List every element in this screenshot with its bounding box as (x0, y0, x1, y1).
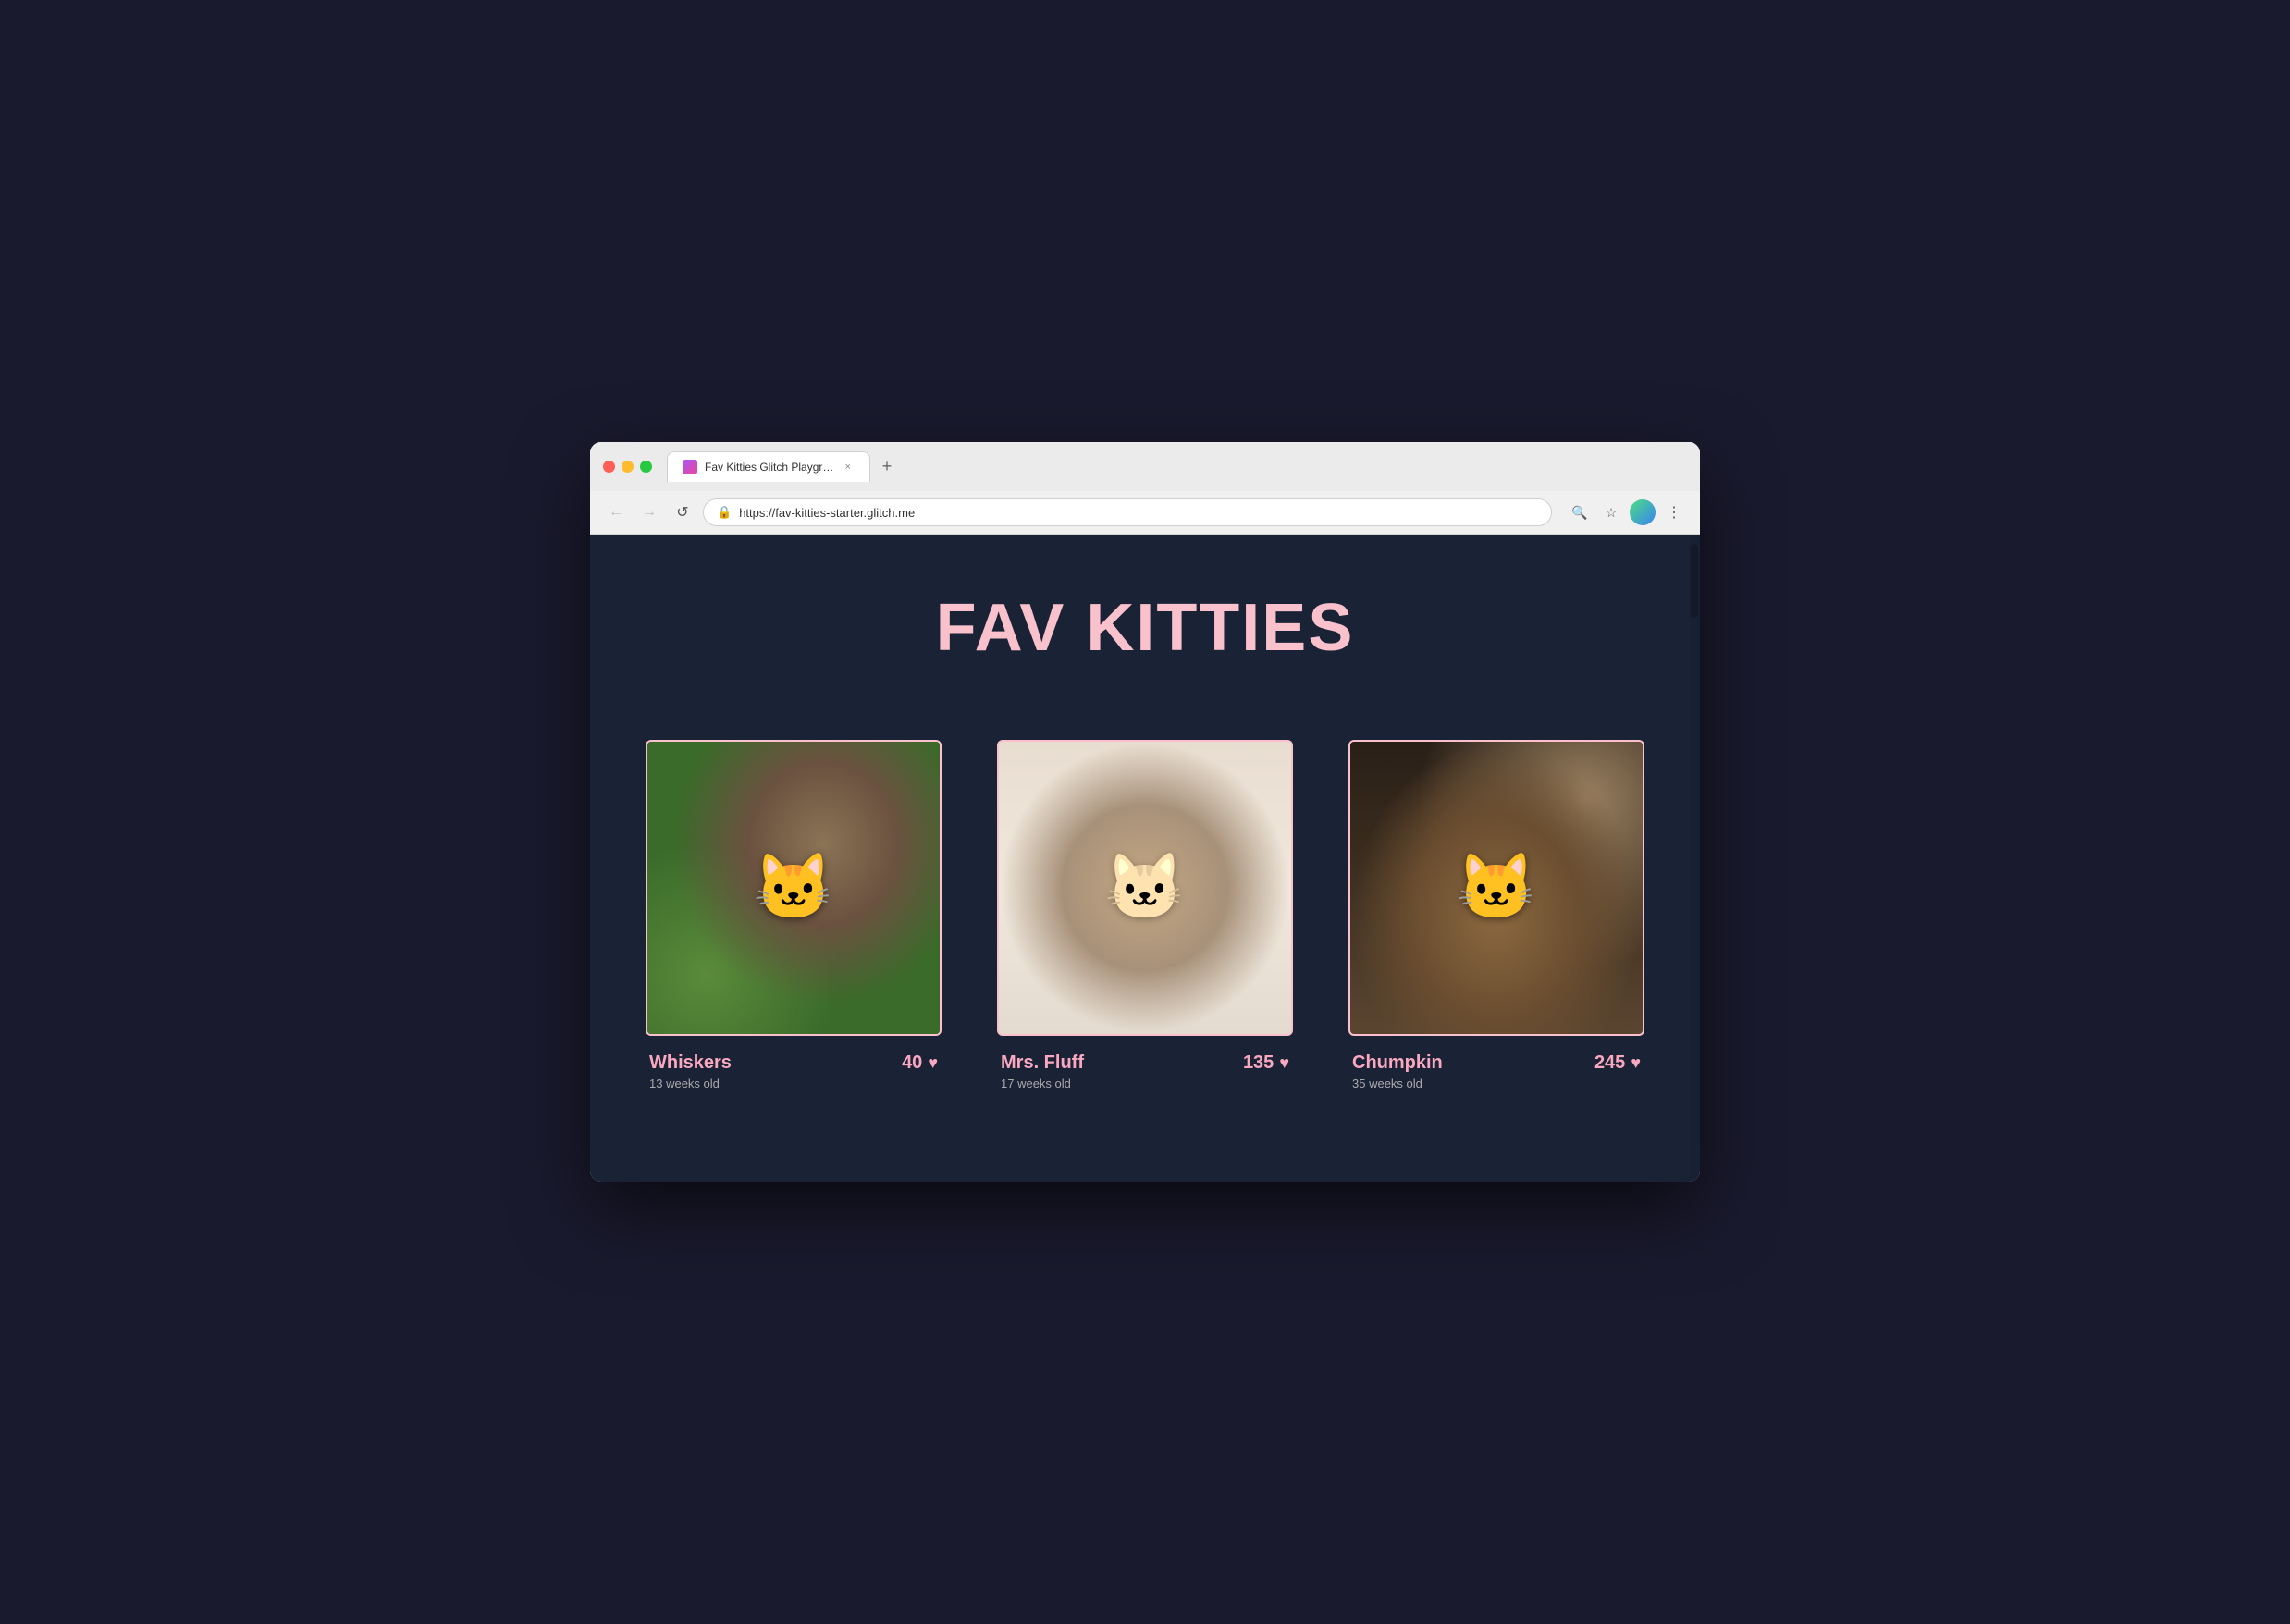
cat-age-chumpkin: 35 weeks old (1352, 1077, 1594, 1090)
lock-icon: 🔒 (717, 505, 732, 520)
cat-image-chumpkin[interactable] (1348, 740, 1644, 1036)
cat-image-whiskers[interactable] (646, 740, 942, 1036)
profile-avatar[interactable] (1630, 499, 1656, 525)
cats-grid: Whiskers 13 weeks old 40 ♥ Mrs. (636, 740, 1654, 1090)
browser-chrome: Fav Kitties Glitch Playground × + ← → ↺ … (590, 442, 1700, 535)
vote-count-whiskers: 40 (902, 1052, 922, 1074)
cat-age-mrs-fluff: 17 weeks old (1001, 1077, 1243, 1090)
cat-age-whiskers: 13 weeks old (649, 1077, 902, 1090)
cat-name-age-whiskers: Whiskers 13 weeks old (649, 1052, 902, 1090)
tab-title: Fav Kitties Glitch Playground (705, 461, 834, 474)
refresh-button[interactable]: ↺ (670, 499, 696, 525)
cat-card-3: Chumpkin 35 weeks old 245 ♥ (1348, 740, 1644, 1090)
cat-name-age-chumpkin: Chumpkin 35 weeks old (1352, 1052, 1594, 1090)
cat-votes-whiskers[interactable]: 40 ♥ (902, 1052, 938, 1074)
scrollbar-thumb[interactable] (1691, 544, 1698, 618)
browser-titlebar: Fav Kitties Glitch Playground × + (590, 442, 1700, 491)
browser-window: Fav Kitties Glitch Playground × + ← → ↺ … (590, 442, 1700, 1182)
cat-votes-chumpkin[interactable]: 245 ♥ (1594, 1052, 1641, 1074)
new-tab-button[interactable]: + (874, 454, 900, 480)
tab-close-button[interactable]: × (842, 460, 855, 474)
search-button[interactable]: 🔍 (1567, 499, 1593, 525)
cat-name-mrs-fluff: Mrs. Fluff (1001, 1052, 1243, 1074)
cat-name-chumpkin: Chumpkin (1352, 1052, 1594, 1074)
minimize-window-button[interactable] (622, 461, 634, 473)
cat-info-whiskers: Whiskers 13 weeks old 40 ♥ (646, 1052, 942, 1090)
cat-name-whiskers: Whiskers (649, 1052, 902, 1074)
cat-info-mrs-fluff: Mrs. Fluff 17 weeks old 135 ♥ (997, 1052, 1293, 1090)
browser-content-area: FAV KITTIES Whiskers 13 weeks old 40 ♥ (590, 535, 1700, 1182)
tab-bar: Fav Kitties Glitch Playground × + (667, 451, 900, 482)
forward-button[interactable]: → (636, 499, 662, 525)
cat-info-chumpkin: Chumpkin 35 weeks old 245 ♥ (1348, 1052, 1644, 1090)
heart-icon-chumpkin: ♥ (1631, 1053, 1641, 1073)
website-content: FAV KITTIES Whiskers 13 weeks old 40 ♥ (590, 535, 1700, 1182)
browser-addressbar: ← → ↺ 🔒 https://fav-kitties-starter.glit… (590, 491, 1700, 534)
close-window-button[interactable] (603, 461, 615, 473)
cat-card-1: Whiskers 13 weeks old 40 ♥ (646, 740, 942, 1090)
maximize-window-button[interactable] (640, 461, 652, 473)
cat-card-2: Mrs. Fluff 17 weeks old 135 ♥ (997, 740, 1293, 1090)
cat-image-mrs-fluff[interactable] (997, 740, 1293, 1036)
vote-count-mrs-fluff: 135 (1243, 1052, 1274, 1074)
address-bar-actions: 🔍 ☆ ⋮ (1567, 499, 1687, 525)
heart-icon-whiskers: ♥ (928, 1053, 938, 1073)
active-tab[interactable]: Fav Kitties Glitch Playground × (667, 451, 870, 482)
address-bar[interactable]: 🔒 https://fav-kitties-starter.glitch.me (703, 498, 1552, 526)
bookmark-button[interactable]: ☆ (1598, 499, 1624, 525)
url-text: https://fav-kitties-starter.glitch.me (739, 506, 915, 520)
page-title: FAV KITTIES (936, 590, 1355, 666)
cat-name-age-mrs-fluff: Mrs. Fluff 17 weeks old (1001, 1052, 1243, 1090)
browser-menu-button[interactable]: ⋮ (1661, 499, 1687, 525)
tab-favicon (683, 460, 697, 474)
scrollbar[interactable] (1689, 535, 1700, 1182)
vote-count-chumpkin: 245 (1594, 1052, 1625, 1074)
cat-votes-mrs-fluff[interactable]: 135 ♥ (1243, 1052, 1289, 1074)
back-button[interactable]: ← (603, 499, 629, 525)
heart-icon-mrs-fluff: ♥ (1279, 1053, 1289, 1073)
traffic-lights (603, 461, 652, 473)
